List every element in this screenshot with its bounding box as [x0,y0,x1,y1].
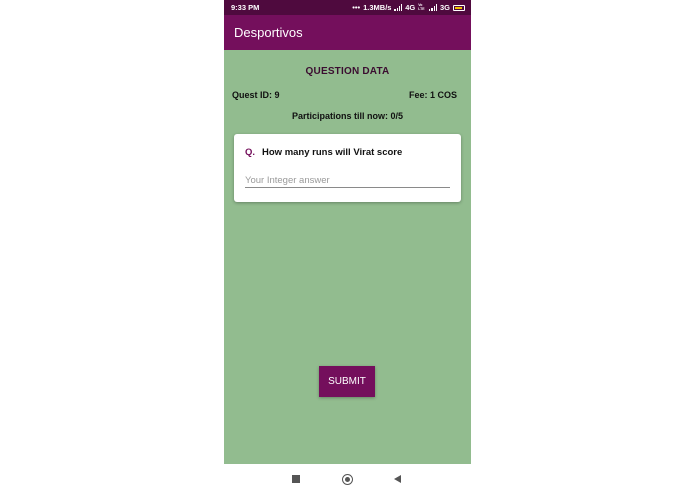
back-icon[interactable] [394,475,401,483]
volte-label: Vo LTE [418,3,425,11]
submit-button[interactable]: SUBMIT [319,366,375,397]
question-text: How many runs will Virat score [262,147,403,158]
network-type-4g: 4G [405,3,416,12]
notification-dots-icon: ••• [352,3,361,12]
recents-icon[interactable] [292,475,300,483]
status-bar: 9:33 PM ••• 1.3MB/s 4G Vo LTE 3G [224,0,471,15]
app-bar: Desportivos [224,15,471,50]
app-title: Desportivos [234,25,303,40]
battery-icon [453,4,465,11]
answer-input[interactable] [245,173,450,188]
phone-screen: 9:33 PM ••• 1.3MB/s 4G Vo LTE 3G Desport… [224,0,471,494]
signal-icon [429,4,437,11]
quest-id-label: Quest ID: 9 [232,90,280,100]
section-heading: QUESTION DATA [305,66,390,77]
question-screen: QUESTION DATA Quest ID: 9 Fee: 1 COS Par… [224,50,471,464]
question-prefix: Q. [245,147,256,158]
network-speed: 1.3MB/s [363,3,392,12]
question-card: Q. How many runs will Virat score [234,134,461,202]
navigation-bar [224,464,471,494]
participations-label: Participations till now: 0/5 [291,111,404,121]
signal-icon [394,4,403,11]
status-indicators: ••• 1.3MB/s 4G Vo LTE 3G [352,3,465,12]
network-type-3g: 3G [439,3,450,12]
status-time: 9:33 PM [231,3,260,12]
home-icon[interactable] [342,474,353,485]
fee-label: Fee: 1 COS [408,90,457,100]
